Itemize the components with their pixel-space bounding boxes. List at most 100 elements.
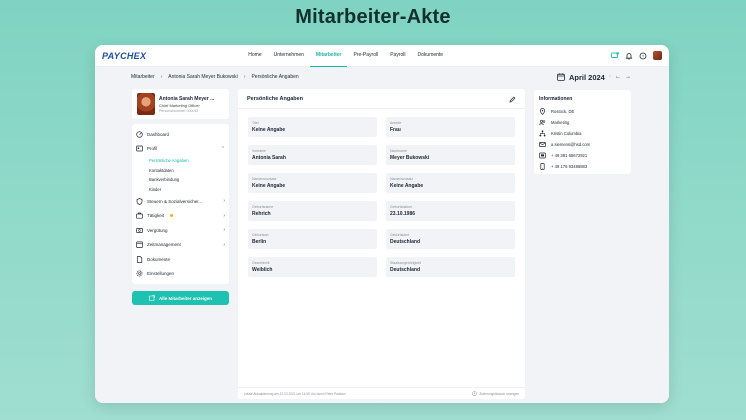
- sidebar-item-zeitmanagement[interactable]: Zeitmanagement ›: [132, 238, 229, 253]
- sidebar-item-steuern[interactable]: Steuern & Sozialversicher... ›: [132, 194, 229, 209]
- info-row-manager: Kristin Columbia: [539, 128, 626, 139]
- sidebar-subitem-persoenliche-angaben[interactable]: Persönliche Angaben: [132, 156, 229, 166]
- calendar-icon[interactable]: [557, 68, 565, 86]
- external-link-icon: [149, 294, 155, 302]
- field-label: Staatsangehörigkeit: [390, 261, 421, 265]
- sidebar-item-label: Profil: [147, 146, 158, 152]
- change-history-link[interactable]: Änderungshistorie anzeigen: [472, 390, 519, 397]
- main-nav: Home Unternehmen Mitarbeiter Pre-Payroll…: [242, 45, 449, 67]
- user-avatar[interactable]: [653, 51, 662, 60]
- sidebar-item-einstellungen[interactable]: Einstellungen: [132, 267, 229, 282]
- chevron-right-icon: ›: [223, 198, 225, 205]
- pencil-icon[interactable]: [509, 90, 516, 108]
- top-icons: ?: [611, 51, 662, 60]
- field-titel[interactable]: Titel Keine Angabe: [248, 117, 377, 137]
- nav-home[interactable]: Home: [242, 45, 267, 67]
- field-value: Antonia Sarah: [252, 155, 286, 161]
- field-label: Geburtsdatum: [390, 205, 413, 209]
- field-label: Anrede: [390, 121, 402, 125]
- employee-role: Chief Marketing Officer: [159, 102, 200, 108]
- field-anrede[interactable]: Anrede Frau: [386, 117, 515, 137]
- location-icon: [539, 108, 546, 115]
- sidebar-item-label: Tätigkeit: [147, 213, 165, 219]
- sidebar-subitem-bankverbindung[interactable]: Bankverbindung: [132, 175, 229, 185]
- paychex-logo[interactable]: PAYCHEX: [102, 51, 146, 61]
- warning-dot: [170, 214, 174, 218]
- sidebar-item-taetigkeit[interactable]: Tätigkeit ›: [132, 209, 229, 224]
- change-history-label: Änderungshistorie anzeigen: [479, 391, 519, 396]
- info-manager: Kristin Columbia: [551, 131, 582, 136]
- bell-icon[interactable]: [625, 52, 633, 60]
- field-value: Frau: [390, 127, 401, 133]
- nav-pre-payroll[interactable]: Pre-Payroll: [347, 45, 384, 67]
- sidebar-item-label: Dokumente: [147, 256, 171, 262]
- field-label: Geburtsort: [252, 233, 269, 237]
- info-title: Informationen: [539, 96, 573, 102]
- breadcrumb-employee[interactable]: Antonia Sarah Meyer Bukowski: [168, 74, 237, 80]
- field-value: Berlin: [252, 239, 267, 245]
- sidebar-item-label: Einstellungen: [147, 271, 175, 277]
- clock-icon: [136, 241, 143, 249]
- field-value: Deutschland: [390, 267, 421, 273]
- show-all-employees-button[interactable]: Alle Mitarbeiter anzeigen: [132, 291, 229, 305]
- chevron-right-icon: ›: [223, 212, 225, 219]
- field-vorname[interactable]: Vorname Antonia Sarah: [248, 145, 377, 165]
- sidebar-item-label: Vergütung: [147, 227, 168, 233]
- nav-dokumente[interactable]: Dokumente: [412, 45, 450, 67]
- chevron-right-icon: ›: [223, 241, 225, 248]
- mobile-icon: [539, 163, 546, 170]
- employee-id: Personalnummer 000012: [159, 108, 199, 113]
- sidebar-item-profil[interactable]: Profil ⌃: [132, 142, 229, 157]
- sidebar-subitem-kontaktdaten[interactable]: Kontaktdaten: [132, 166, 229, 176]
- info-row-phone[interactable]: + 49 381 65672921: [539, 150, 626, 161]
- chevron-right-icon: ›: [223, 227, 225, 234]
- info-row-location: Rostock, DE: [539, 106, 626, 117]
- nav-mitarbeiter[interactable]: Mitarbeiter: [309, 45, 348, 67]
- nav-payroll[interactable]: Payroll: [384, 45, 411, 67]
- field-value: Keine Angabe: [252, 183, 286, 189]
- today-icon[interactable]: ▫: [609, 74, 611, 80]
- card-footer: Letzte Aktualisierung am 22.03.2021 um 1…: [238, 387, 525, 399]
- breadcrumb-mitarbeiter[interactable]: Mitarbeiter: [131, 74, 155, 80]
- sidebar-item-label: Steuern & Sozialversicher...: [147, 198, 203, 204]
- content-area: Antonia Sarah Meyer ... Chief Marketing …: [95, 87, 669, 403]
- sidebar-item-dokumente[interactable]: Dokumente: [132, 252, 229, 267]
- field-label: Namensvorsatz: [252, 177, 277, 181]
- field-label: Geburtsname: [252, 205, 274, 209]
- field-namensvorsatz[interactable]: Namensvorsatz Keine Angabe: [248, 173, 377, 193]
- field-value: Meyer Bukowski: [390, 155, 430, 161]
- field-nachname[interactable]: Nachname Meyer Bukowski: [386, 145, 515, 165]
- page-heading: Mitarbeiter-Akte: [295, 6, 451, 28]
- sidebar-item-label: Zeitmanagement: [147, 242, 181, 248]
- field-label: Geburtsland: [390, 233, 410, 237]
- help-icon[interactable]: ?: [639, 52, 647, 60]
- info-email: a.siemens@hsd.com: [551, 142, 591, 147]
- field-value: Deutschland: [390, 239, 421, 245]
- date-selector: April 2024 ▫ ← →: [557, 68, 631, 86]
- field-staatsangehoerigkeit[interactable]: Staatsangehörigkeit Deutschland: [386, 257, 515, 277]
- next-month-arrow-icon[interactable]: →: [625, 74, 631, 80]
- history-icon: [472, 390, 478, 397]
- info-row-email[interactable]: a.siemens@hsd.com: [539, 139, 626, 150]
- field-value: Weiblich: [252, 267, 273, 273]
- field-geburtsort[interactable]: Geburtsort Berlin: [248, 229, 377, 249]
- info-department: Marketing: [551, 120, 570, 125]
- sidebar-nav: Dashboard Profil ⌃ Persönliche Angaben K…: [132, 124, 229, 284]
- chat-icon[interactable]: [611, 51, 619, 60]
- info-row-mobile[interactable]: + 49 176 93486883: [539, 161, 626, 172]
- prev-month-arrow-icon[interactable]: ←: [615, 74, 621, 80]
- sidebar-subitem-kinder[interactable]: Kinder: [132, 185, 229, 195]
- field-value: 23.10.1986: [390, 211, 416, 217]
- field-geburtsname[interactable]: Geburtsname Rehrich: [248, 201, 377, 221]
- sidebar-item-verguetung[interactable]: Vergütung ›: [132, 223, 229, 238]
- svg-text:?: ?: [642, 53, 645, 58]
- field-value: Keine Angabe: [390, 183, 424, 189]
- field-geschlecht[interactable]: Geschlecht Weiblich: [248, 257, 377, 277]
- nav-unternehmen[interactable]: Unternehmen: [268, 45, 310, 67]
- field-label: Titel: [252, 121, 259, 125]
- sidebar-item-dashboard[interactable]: Dashboard: [132, 127, 229, 142]
- last-updated-text: Letzte Aktualisierung am 22.03.2021 um 1…: [244, 391, 346, 396]
- field-geburtsland[interactable]: Geburtsland Deutschland: [386, 229, 515, 249]
- field-namenszusatz[interactable]: Namenszusatz Keine Angabe: [386, 173, 515, 193]
- field-geburtsdatum[interactable]: Geburtsdatum 23.10.1986: [386, 201, 515, 221]
